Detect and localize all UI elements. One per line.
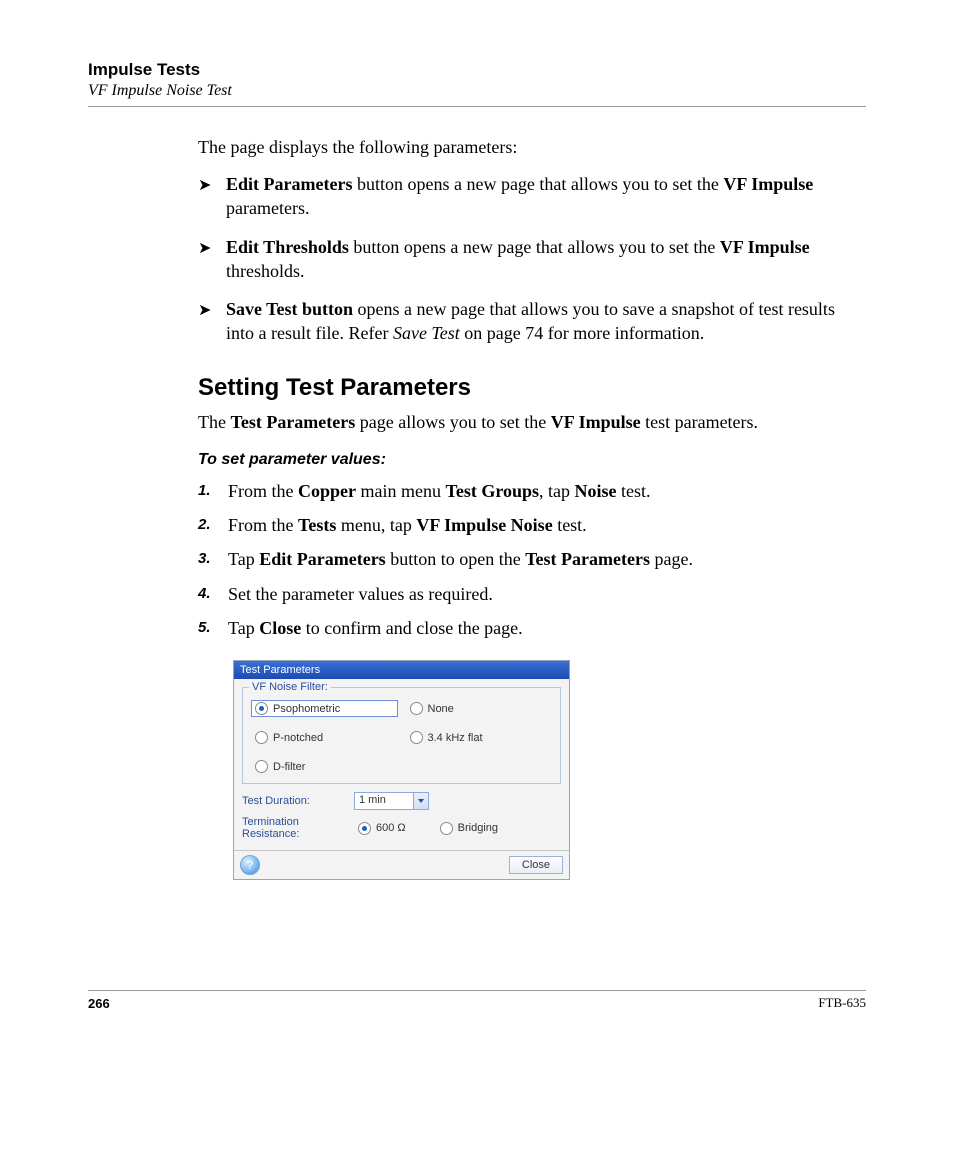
step-item: 5. Tap Close to confirm and close the pa…: [198, 616, 866, 640]
chapter-title: Impulse Tests: [88, 60, 866, 80]
step-item: 1. From the Copper main menu Test Groups…: [198, 479, 866, 503]
page-footer: 266 FTB-635: [88, 990, 866, 1011]
step-number: 4.: [198, 582, 214, 606]
step-number: 2.: [198, 513, 214, 537]
page-number: 266: [88, 996, 110, 1011]
list-item: ➤ Edit Thresholds button opens a new pag…: [198, 235, 866, 284]
step-item: 2. From the Tests menu, tap VF Impulse N…: [198, 513, 866, 537]
arrow-icon: ➤: [198, 172, 214, 197]
fieldset-legend: VF Noise Filter:: [249, 681, 331, 693]
section-heading: Setting Test Parameters: [198, 374, 866, 402]
section-subtitle: VF Impulse Noise Test: [88, 82, 866, 100]
radio-600-ohm[interactable]: 600 Ω: [354, 820, 410, 837]
help-button[interactable]: ?: [240, 855, 260, 875]
radio-d-filter[interactable]: D-filter: [251, 758, 398, 775]
select-value: 1 min: [355, 793, 413, 809]
step-item: 4. Set the parameter values as required.: [198, 582, 866, 606]
radio-label: Psophometric: [273, 703, 340, 715]
procedure-steps: 1. From the Copper main menu Test Groups…: [198, 479, 866, 640]
radio-bridging[interactable]: Bridging: [436, 820, 502, 837]
chevron-down-icon: [413, 793, 428, 809]
list-item: ➤ Edit Parameters button opens a new pag…: [198, 172, 866, 221]
step-number: 3.: [198, 547, 214, 571]
step-number: 1.: [198, 479, 214, 503]
dialog-title-bar: Test Parameters: [234, 661, 569, 679]
procedure-heading: To set parameter values:: [198, 451, 866, 469]
radio-icon: [255, 731, 268, 744]
radio-label: P-notched: [273, 732, 323, 744]
radio-p-notched[interactable]: P-notched: [251, 729, 398, 746]
test-duration-select[interactable]: 1 min: [354, 792, 429, 810]
close-button[interactable]: Close: [509, 856, 563, 874]
radio-psophometric[interactable]: Psophometric: [251, 700, 398, 717]
radio-label: D-filter: [273, 761, 305, 773]
radio-icon: [410, 731, 423, 744]
radio-icon: [358, 822, 371, 835]
radio-icon: [410, 702, 423, 715]
radio-none[interactable]: None: [406, 700, 553, 717]
termination-resistance-label: Termination Resistance:: [242, 816, 344, 840]
test-parameters-dialog: Test Parameters VF Noise Filter: Psophom…: [233, 660, 570, 880]
section-paragraph: The Test Parameters page allows you to s…: [198, 412, 866, 433]
header-rule: [88, 106, 866, 107]
vf-noise-filter-group: VF Noise Filter: Psophometric None P-: [242, 687, 561, 784]
radio-label: 600 Ω: [376, 822, 406, 834]
step-item: 3. Tap Edit Parameters button to open th…: [198, 547, 866, 571]
radio-icon: [255, 760, 268, 773]
test-duration-label: Test Duration:: [242, 795, 344, 807]
parameter-list: ➤ Edit Parameters button opens a new pag…: [198, 172, 866, 346]
radio-3-4khz-flat[interactable]: 3.4 kHz flat: [406, 729, 553, 746]
list-item: ➤ Save Test button opens a new page that…: [198, 297, 866, 346]
radio-label: None: [428, 703, 454, 715]
arrow-icon: ➤: [198, 297, 214, 322]
radio-label: 3.4 kHz flat: [428, 732, 483, 744]
arrow-icon: ➤: [198, 235, 214, 260]
radio-icon: [440, 822, 453, 835]
radio-label: Bridging: [458, 822, 498, 834]
page-header: Impulse Tests VF Impulse Noise Test: [88, 60, 866, 100]
radio-icon: [255, 702, 268, 715]
intro-paragraph: The page displays the following paramete…: [198, 137, 866, 158]
step-number: 5.: [198, 616, 214, 640]
document-id: FTB-635: [818, 995, 866, 1011]
